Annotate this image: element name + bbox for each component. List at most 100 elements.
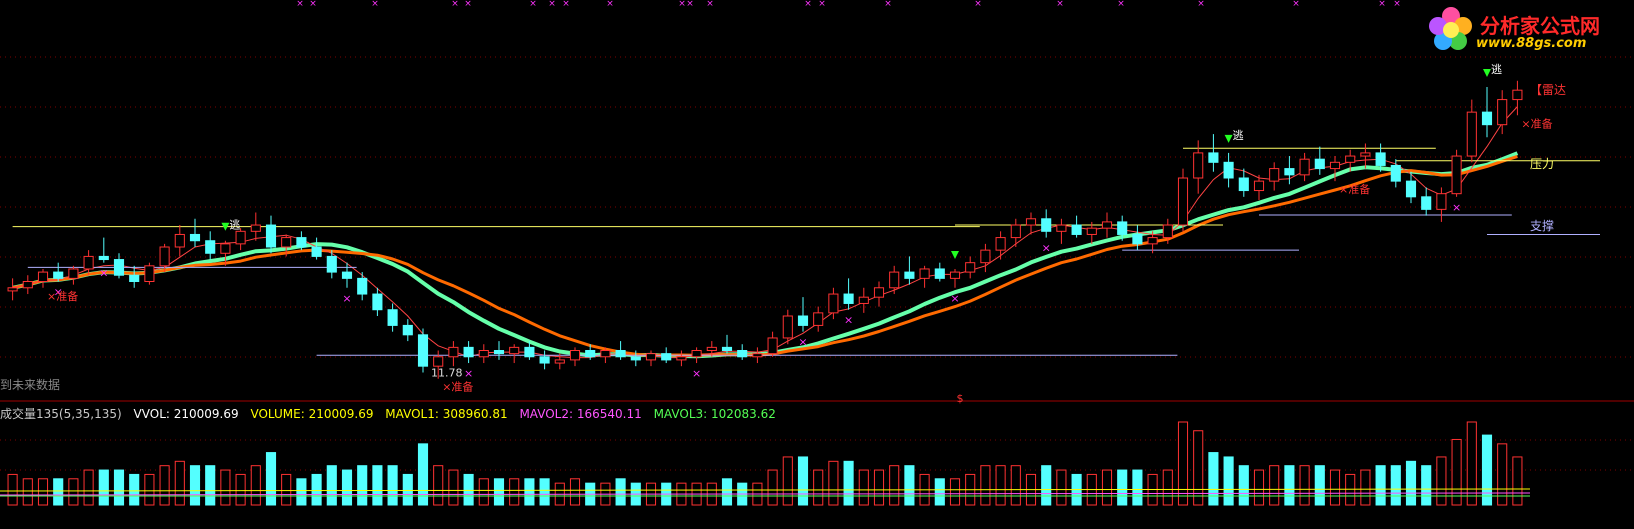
price-chart[interactable]: ×××× ××××××× × × × × × × × × × × × × × × × × × × × × ×逃逃逃×准备×准… (0, 0, 1634, 529)
candle[interactable] (129, 274, 140, 282)
candle[interactable] (995, 237, 1006, 251)
candle[interactable] (205, 240, 216, 254)
candle[interactable] (417, 334, 429, 367)
candle[interactable] (250, 224, 261, 232)
candle[interactable] (220, 243, 231, 254)
candle[interactable] (326, 255, 337, 273)
candle[interactable] (1253, 180, 1265, 192)
candle[interactable] (721, 346, 733, 352)
candle[interactable] (1208, 152, 1219, 163)
candle[interactable] (37, 271, 49, 283)
candle[interactable] (1512, 89, 1523, 101)
candle[interactable] (1375, 152, 1386, 166)
candle[interactable] (1329, 161, 1341, 170)
candle[interactable] (311, 246, 322, 257)
candle[interactable] (919, 268, 930, 279)
candle[interactable] (1056, 224, 1067, 232)
candle[interactable] (1436, 193, 1447, 210)
candle[interactable] (1071, 224, 1082, 235)
candle[interactable] (767, 337, 778, 355)
candle[interactable] (1299, 158, 1310, 176)
candle[interactable] (1010, 224, 1021, 239)
candle[interactable] (1101, 221, 1113, 229)
candle[interactable] (387, 309, 398, 326)
candle[interactable] (235, 230, 246, 245)
candle[interactable] (357, 277, 368, 295)
candle[interactable] (22, 281, 33, 289)
candle[interactable] (7, 287, 18, 292)
candle[interactable] (1466, 111, 1477, 157)
candle[interactable] (372, 293, 383, 311)
candle[interactable] (630, 356, 641, 361)
candle[interactable] (296, 237, 307, 248)
candle[interactable] (448, 346, 459, 358)
candle[interactable] (1360, 152, 1371, 157)
candle[interactable] (53, 271, 64, 279)
candle[interactable] (1132, 233, 1143, 245)
candle[interactable] (1345, 155, 1356, 163)
candle[interactable] (189, 233, 201, 242)
candle[interactable] (341, 271, 353, 279)
candle[interactable] (144, 265, 155, 282)
candle[interactable] (843, 293, 854, 304)
candle[interactable] (1193, 152, 1204, 179)
candle[interactable] (1405, 180, 1417, 198)
candle[interactable] (797, 315, 809, 326)
candle[interactable] (159, 246, 170, 267)
candle[interactable] (1041, 218, 1052, 232)
candle[interactable] (1223, 161, 1234, 179)
candle[interactable] (478, 350, 489, 358)
candle[interactable] (1117, 221, 1128, 235)
candle[interactable] (600, 350, 611, 358)
candle[interactable] (691, 350, 702, 358)
candle[interactable] (402, 324, 413, 336)
candle[interactable] (281, 237, 292, 248)
candle[interactable] (737, 350, 748, 358)
candle[interactable] (615, 350, 626, 358)
candle[interactable] (1421, 196, 1432, 210)
candle[interactable] (524, 346, 535, 358)
candle[interactable] (965, 262, 976, 273)
candle[interactable] (1269, 168, 1280, 182)
candle[interactable] (569, 350, 581, 361)
candle[interactable] (554, 359, 565, 364)
candle[interactable] (1025, 218, 1037, 226)
candle[interactable] (1451, 155, 1462, 195)
candle[interactable] (661, 353, 672, 361)
candle[interactable] (1314, 158, 1325, 170)
candle[interactable] (433, 356, 444, 367)
candle[interactable] (493, 350, 505, 355)
candle[interactable] (1162, 224, 1173, 239)
candle[interactable] (585, 350, 596, 358)
candle[interactable] (1177, 177, 1189, 226)
candle[interactable] (980, 249, 991, 264)
candle[interactable] (265, 224, 277, 248)
candle[interactable] (858, 296, 869, 304)
candle[interactable] (68, 268, 79, 279)
candle[interactable] (1086, 227, 1097, 235)
candle[interactable] (706, 346, 717, 352)
candle[interactable] (98, 255, 109, 261)
candle[interactable] (889, 271, 900, 289)
candle[interactable] (509, 346, 520, 355)
candle[interactable] (934, 268, 945, 279)
candle[interactable] (83, 255, 94, 270)
candle[interactable] (782, 315, 793, 339)
candle[interactable] (463, 346, 474, 358)
candle[interactable] (873, 287, 885, 298)
candle[interactable] (949, 271, 961, 279)
candle[interactable] (1147, 237, 1158, 245)
candle[interactable] (113, 259, 125, 276)
candle[interactable] (1238, 177, 1249, 192)
candle[interactable] (676, 356, 687, 361)
candle[interactable] (828, 293, 839, 314)
candle[interactable] (1481, 111, 1493, 126)
candle[interactable] (539, 356, 550, 364)
candle[interactable] (174, 233, 185, 248)
candle[interactable] (1284, 168, 1295, 176)
candle[interactable] (904, 271, 915, 279)
candle[interactable] (1497, 99, 1508, 126)
candle[interactable] (1390, 164, 1401, 182)
candle[interactable] (645, 353, 657, 361)
candle[interactable] (813, 312, 824, 326)
